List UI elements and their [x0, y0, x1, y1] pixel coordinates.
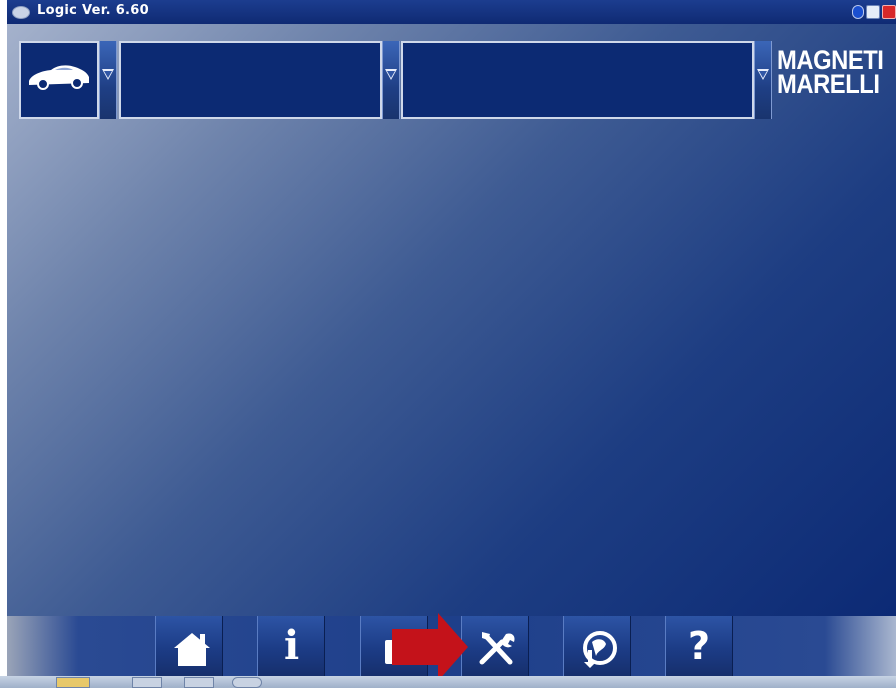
selector-2-dropdown[interactable]	[754, 41, 772, 119]
vehicle-type-box[interactable]	[19, 41, 99, 119]
brand-logo: MAGNETI MARELLI	[777, 47, 884, 108]
selector-field-2[interactable]	[401, 41, 754, 119]
window-title: Logic Ver. 6.60	[37, 3, 149, 18]
info-button[interactable]: i	[257, 616, 325, 676]
title-bar: Logic Ver. 6.60	[7, 0, 896, 24]
info-icon: i	[284, 622, 300, 669]
tools-icon	[479, 632, 515, 665]
selector-field-1[interactable]	[119, 41, 382, 119]
taskbar-app-icon[interactable]	[184, 677, 214, 688]
app-window: Logic Ver. 6.60 MAGNETI MARELLI i ?	[7, 0, 896, 688]
globe-update-icon	[583, 631, 617, 668]
brand-line-2: MARELLI	[777, 69, 880, 99]
car-icon	[29, 65, 89, 90]
app-logo-icon	[12, 6, 30, 19]
help-button[interactable]: ?	[665, 616, 733, 676]
main-area: MAGNETI MARELLI	[7, 24, 896, 616]
vehicle-type-dropdown[interactable]	[99, 41, 117, 119]
taskbar-folder-icon[interactable]	[56, 677, 90, 688]
os-taskbar	[0, 676, 896, 688]
home-button[interactable]	[155, 616, 223, 676]
selector-1-dropdown[interactable]	[382, 41, 400, 119]
minimize-icon[interactable]	[866, 5, 880, 19]
taskbar-app-icon[interactable]	[232, 677, 262, 688]
home-icon	[174, 633, 210, 666]
bluetooth-icon[interactable]	[852, 5, 864, 19]
update-button[interactable]	[563, 616, 631, 676]
close-icon[interactable]	[882, 5, 896, 19]
help-icon: ?	[688, 624, 711, 668]
taskbar-app-icon[interactable]	[132, 677, 162, 688]
